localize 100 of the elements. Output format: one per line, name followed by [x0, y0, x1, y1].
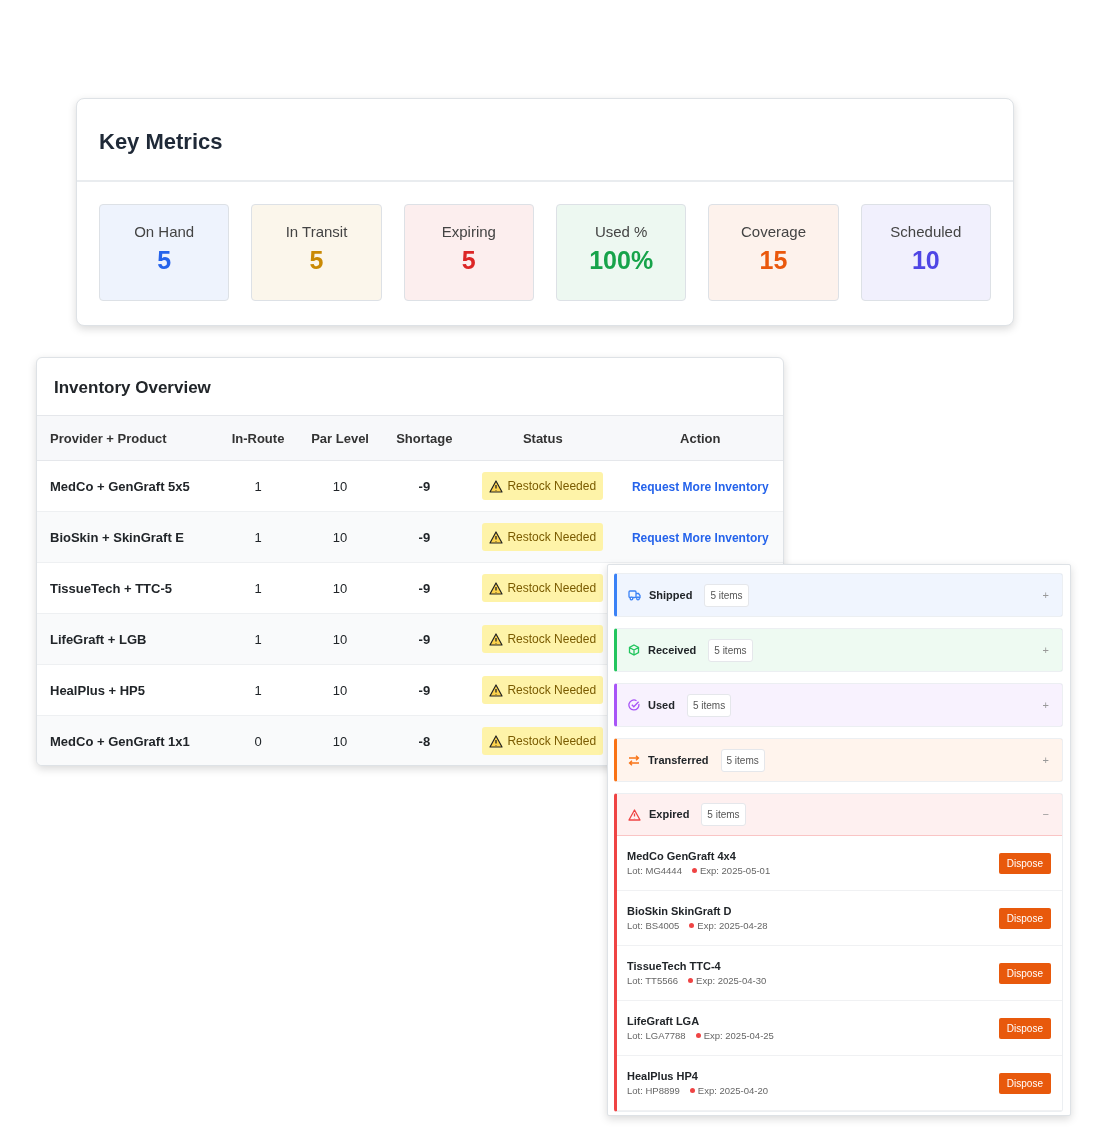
section-label: Received — [648, 642, 697, 658]
metric-label: Used % — [593, 222, 649, 243]
table-cell: 1 — [216, 562, 300, 614]
metric-label: Scheduled — [889, 222, 963, 243]
metric-label: In Transit — [284, 222, 349, 243]
card-title: Inventory Overview — [53, 377, 212, 399]
count-badge: 5 items — [701, 803, 746, 826]
table-cell: LifeGraft + LGB — [37, 613, 217, 665]
table-cell: -9 — [380, 562, 469, 614]
table-cell: 1 — [216, 613, 300, 665]
status-badge: Restock Needed — [482, 625, 604, 654]
status-dot — [689, 923, 695, 929]
metric-label: Expiring — [440, 222, 497, 243]
toggle-icon: + — [1042, 751, 1049, 769]
table-cell: 10 — [299, 562, 381, 614]
metric-value: 100% — [588, 244, 655, 276]
card-title: Key Metrics — [77, 99, 1013, 183]
warning-icon — [489, 530, 504, 544]
warning-icon — [628, 808, 641, 821]
expiry-text: Exp: 2025-04-28 — [697, 920, 768, 932]
status-dot — [689, 1088, 695, 1094]
status-badge: Restock Needed — [482, 472, 604, 501]
expiry-text: Exp: 2025-04-20 — [697, 1085, 769, 1097]
table-cell: 1 — [216, 460, 300, 512]
table-cell: MedCo + GenGraft 1x1 — [37, 715, 217, 765]
status-badge: Restock Needed — [482, 676, 604, 705]
metric-value: 15 — [758, 244, 789, 276]
item-name: HealPlus HP4 — [627, 1068, 699, 1084]
section-label: Shipped — [649, 587, 693, 603]
expiry-text: Exp: 2025-05-01 — [699, 865, 771, 877]
status-badge: Restock Needed — [482, 523, 604, 552]
warning-icon — [489, 734, 504, 748]
request-link[interactable]: Request More Inventory — [631, 479, 769, 494]
dispose-button[interactable]: Dispose — [998, 1017, 1051, 1039]
count-badge: 5 items — [686, 693, 732, 717]
table-cell: HealPlus + HP5 — [37, 664, 217, 716]
table-cell: -9 — [380, 460, 469, 512]
truck-icon — [628, 589, 641, 601]
metric-value: 5 — [156, 244, 173, 276]
status-dot — [691, 868, 697, 874]
table-cell: -9 — [380, 613, 469, 665]
table-cell: -9 — [380, 664, 469, 716]
warning-icon — [489, 632, 504, 646]
section-header[interactable]: Expired 5 items − — [617, 794, 1062, 836]
section-header[interactable]: Used 5 items + — [617, 684, 1062, 726]
section-header[interactable]: Shipped 5 items + — [617, 574, 1062, 616]
item-name: LifeGraft LGA — [627, 1013, 701, 1029]
lot-text: Lot: TT5566 — [627, 975, 679, 987]
item-name: TissueTech TTC-4 — [627, 958, 722, 974]
dispose-button[interactable]: Dispose — [998, 852, 1051, 874]
lot-text: Lot: BS4005 — [627, 920, 680, 932]
toggle-icon: + — [1042, 586, 1049, 604]
dispose-button[interactable]: Dispose — [998, 907, 1051, 929]
section-label: Used — [648, 697, 675, 713]
expiry-text: Exp: 2025-04-30 — [696, 975, 767, 987]
table-cell: TissueTech + TTC-5 — [37, 562, 217, 614]
metric-value: 10 — [910, 244, 941, 276]
column-header: Status — [468, 415, 618, 461]
table-cell: -9 — [380, 511, 469, 563]
column-header: Par Level — [299, 415, 381, 461]
table-cell: MedCo + GenGraft 5x5 — [37, 460, 217, 512]
metric-value: 5 — [460, 244, 477, 276]
count-badge: 5 items — [720, 748, 765, 772]
swap-arrows-icon — [628, 754, 640, 766]
column-header: Provider + Product — [37, 415, 217, 461]
table-cell: 10 — [299, 715, 381, 765]
table-cell: 1 — [216, 511, 300, 563]
section-header[interactable]: Transferred 5 items + — [617, 739, 1062, 781]
dispose-button[interactable]: Dispose — [998, 1072, 1051, 1094]
metric-label: On Hand — [133, 222, 196, 243]
lot-text: Lot: LGA7788 — [627, 1030, 686, 1042]
status-badge: Restock Needed — [482, 727, 604, 756]
count-badge: 5 items — [704, 583, 749, 607]
count-badge: 5 items — [708, 638, 753, 662]
status-dot — [695, 1033, 701, 1039]
metric-value: 5 — [308, 244, 325, 276]
column-header: Action — [617, 415, 783, 461]
warning-icon — [489, 479, 504, 493]
metric-label: Coverage — [739, 222, 807, 243]
section-label: Transferred — [648, 752, 709, 768]
column-header: In-Route — [216, 415, 300, 461]
section-header[interactable]: Received 5 items + — [617, 629, 1062, 671]
item-name: BioSkin SkinGraft D — [627, 903, 733, 919]
warning-icon — [489, 683, 504, 697]
table-cell: 10 — [299, 460, 381, 512]
table-cell: 10 — [299, 511, 381, 563]
section-label: Expired — [649, 807, 690, 823]
warning-icon — [489, 581, 504, 595]
table-cell: 10 — [299, 664, 381, 716]
box-icon — [628, 644, 640, 656]
status-badge: Restock Needed — [482, 574, 604, 603]
dispose-button[interactable]: Dispose — [998, 962, 1051, 984]
status-dot — [688, 978, 694, 984]
table-cell: -8 — [380, 715, 469, 765]
table-cell: 0 — [216, 715, 300, 765]
table-cell: BioSkin + SkinGraft E — [37, 511, 217, 563]
toggle-icon: − — [1042, 806, 1049, 823]
check-circle-icon — [628, 699, 640, 711]
table-cell: 1 — [216, 664, 300, 716]
expiry-text: Exp: 2025-04-25 — [703, 1030, 774, 1042]
